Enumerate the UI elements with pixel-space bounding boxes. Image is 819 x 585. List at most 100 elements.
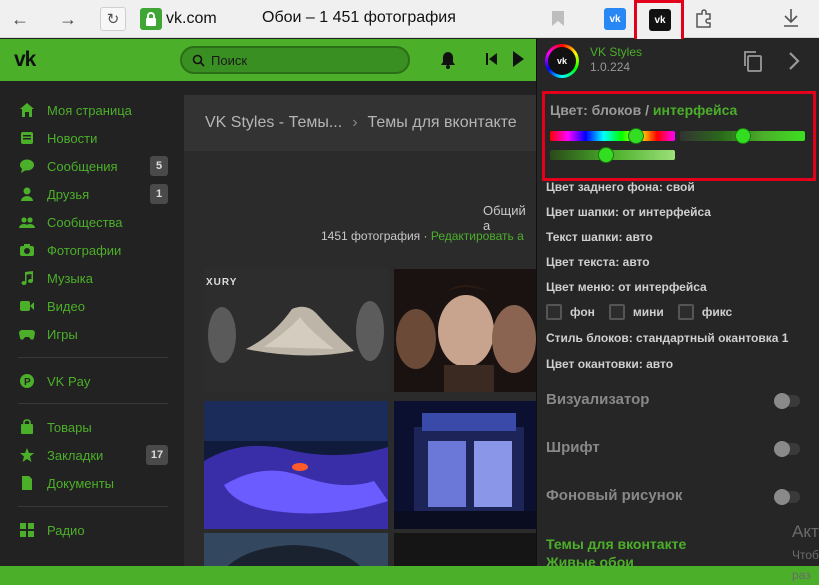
sidebar-item-documents[interactable]: Документы bbox=[18, 472, 178, 494]
breadcrumb: VK Styles - Темы... › Темы для вконтакте bbox=[184, 95, 536, 151]
photo-thumbnail[interactable] bbox=[394, 533, 536, 570]
background-image-toggle[interactable] bbox=[774, 489, 800, 505]
photo-thumbnail[interactable] bbox=[204, 533, 388, 570]
reload-button[interactable]: ↻ bbox=[100, 7, 126, 31]
sidebar-item-friends[interactable]: Друзья 1 bbox=[18, 183, 178, 205]
svg-text:P: P bbox=[24, 377, 31, 388]
group-photo-image bbox=[394, 269, 536, 392]
font-toggle[interactable] bbox=[774, 441, 800, 457]
reload-icon: ↻ bbox=[106, 11, 120, 28]
sidebar-item-games[interactable]: Игры bbox=[18, 323, 178, 345]
hue-slider-handle[interactable] bbox=[628, 128, 644, 144]
sidebar-item-label: Игры bbox=[47, 326, 78, 342]
checkbox-label: фикс bbox=[701, 305, 733, 319]
search-input[interactable]: Поиск bbox=[180, 46, 410, 74]
address-bar[interactable]: vk.com bbox=[140, 7, 217, 31]
sidebar-item-video[interactable]: Видео bbox=[18, 295, 178, 317]
lightness-slider-handle[interactable] bbox=[598, 147, 614, 163]
sidebar-item-label: Фотографии bbox=[47, 242, 122, 258]
photo-thumbnail[interactable] bbox=[394, 269, 536, 392]
hue-slider[interactable] bbox=[550, 128, 675, 144]
fixed-checkbox[interactable] bbox=[677, 304, 694, 320]
vk-pay-icon: P bbox=[18, 372, 36, 390]
background-checkbox[interactable] bbox=[546, 304, 562, 320]
extensions-icon[interactable] bbox=[694, 9, 714, 29]
back-button[interactable]: ← bbox=[8, 7, 32, 31]
gamepad-icon bbox=[18, 325, 36, 343]
sidebar-item-label: Радио bbox=[47, 522, 85, 538]
play-icon[interactable] bbox=[512, 50, 525, 68]
sidebar-item-radio[interactable]: Радио bbox=[18, 519, 178, 541]
search-icon bbox=[192, 54, 205, 67]
search-placeholder: Поиск bbox=[211, 52, 248, 68]
lightness-slider[interactable] bbox=[550, 147, 675, 163]
sidebar-item-label: Сообщества bbox=[47, 214, 123, 230]
setting-text-color[interactable]: Цвет текста: авто bbox=[546, 255, 650, 269]
forward-button[interactable]: → bbox=[56, 7, 80, 31]
sidebar-item-bookmarks[interactable]: Закладки 17 bbox=[18, 444, 178, 466]
sidebar-item-label: Товары bbox=[47, 419, 92, 435]
font-title: Шрифт bbox=[546, 439, 600, 456]
copy-icon[interactable] bbox=[742, 50, 764, 72]
setting-border-color[interactable]: Цвет окантовки: авто bbox=[546, 357, 673, 371]
mini-checkbox[interactable] bbox=[608, 304, 625, 320]
saturation-slider[interactable] bbox=[680, 128, 805, 144]
messages-icon bbox=[18, 157, 36, 175]
sidebar-item-label: Сообщения bbox=[47, 158, 118, 174]
car-photo-image bbox=[204, 533, 388, 570]
vk-extension-icon[interactable]: vk bbox=[604, 8, 626, 30]
sidebar-item-communities[interactable]: Сообщества bbox=[18, 211, 178, 233]
vk-styles-extension-icon[interactable]: vk bbox=[649, 9, 671, 31]
saturation-slider-handle[interactable] bbox=[735, 128, 751, 144]
visualizer-toggle[interactable] bbox=[774, 393, 800, 409]
chevron-right-icon: › bbox=[352, 114, 358, 131]
setting-menu-color[interactable]: Цвет меню: от интерфейса bbox=[546, 280, 707, 294]
url-text: vk.com bbox=[166, 10, 217, 27]
setting-header-color[interactable]: Цвет шапки: от интерфейса bbox=[546, 205, 711, 219]
setting-block-style[interactable]: Стиль блоков: стандартный окантовка 1 bbox=[546, 331, 788, 345]
vk-styles-panel: vk VK Styles 1.0.224 Цвет: блоков / инте… bbox=[536, 39, 819, 585]
breadcrumb-item[interactable]: VK Styles - Темы... bbox=[205, 114, 342, 132]
color-heading-accent[interactable]: интерфейса bbox=[653, 102, 737, 118]
setting-header-text[interactable]: Текст шапки: авто bbox=[546, 230, 653, 244]
page-title: Обои – 1 451 фотография bbox=[262, 9, 456, 26]
friends-icon bbox=[18, 185, 36, 203]
separator-dot: · bbox=[423, 229, 428, 243]
themes-link[interactable]: Темы для вконтакте bbox=[546, 536, 686, 552]
previous-track-icon[interactable] bbox=[486, 52, 498, 66]
shopfront-photo-image bbox=[394, 401, 536, 529]
home-icon bbox=[18, 101, 36, 119]
vk-styles-logo-mark: vk bbox=[548, 47, 576, 75]
sidebar-item-messages[interactable]: Сообщения 5 bbox=[18, 155, 178, 177]
activation-watermark: раз bbox=[792, 568, 811, 582]
sidebar-item-music[interactable]: Музыка bbox=[18, 267, 178, 289]
sidebar-item-my-page[interactable]: Моя страница bbox=[18, 99, 178, 121]
video-icon bbox=[18, 297, 36, 315]
sidebar-item-photos[interactable]: Фотографии bbox=[18, 239, 178, 261]
sidebar-item-news[interactable]: Новости bbox=[18, 127, 178, 149]
vk-logo[interactable]: vk bbox=[14, 48, 36, 72]
forward-arrow-icon: → bbox=[59, 8, 77, 29]
chevron-right-icon[interactable] bbox=[787, 50, 801, 72]
photo-thumbnail[interactable] bbox=[204, 401, 388, 529]
sidebar-item-vk-pay[interactable]: P VK Pay bbox=[18, 370, 178, 392]
sidebar-divider bbox=[18, 357, 168, 358]
music-icon bbox=[18, 269, 36, 287]
sidebar-item-label: Новости bbox=[47, 130, 98, 146]
toggle-knob bbox=[774, 393, 790, 409]
breadcrumb-item[interactable]: Темы для вконтакте bbox=[368, 114, 517, 132]
sidebar-item-label: Документы bbox=[47, 475, 115, 491]
browser-toolbar: ← → ↻ vk.com Обои – 1 451 фотография vk … bbox=[0, 0, 819, 42]
camera-icon bbox=[18, 241, 36, 259]
edit-album-link[interactable]: Редактировать а bbox=[431, 229, 524, 243]
document-icon bbox=[18, 474, 36, 492]
setting-background-color[interactable]: Цвет заднего фона: свой bbox=[546, 180, 695, 194]
download-icon[interactable] bbox=[782, 8, 802, 30]
sidebar-item-goods[interactable]: Товары bbox=[18, 416, 178, 438]
photo-thumbnail[interactable]: XURY bbox=[204, 269, 388, 392]
bell-icon[interactable] bbox=[438, 50, 458, 70]
bookmark-icon[interactable] bbox=[552, 11, 564, 26]
toggle-knob bbox=[774, 489, 790, 505]
photo-count-line: 1451 фотография · Редактировать а bbox=[321, 229, 524, 243]
photo-thumbnail[interactable] bbox=[394, 401, 536, 529]
